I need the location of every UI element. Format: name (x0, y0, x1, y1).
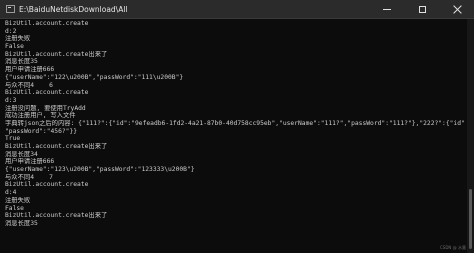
window-title: E:\BaiduNetdiskDownload\All (19, 4, 128, 14)
terminal-window: E:\BaiduNetdiskDownload\All BizUtil.acco… (0, 0, 474, 253)
console-line: {"userName":"122\u200B","passWord":"111\… (5, 73, 184, 81)
console-line: 注册失败 (5, 196, 31, 204)
console-line: d:4 (5, 189, 17, 197)
console-output[interactable]: BizUtil.account.create d:2 注册失败 False Bi… (0, 19, 466, 253)
maximize-icon (418, 5, 426, 13)
minimize-button[interactable] (370, 0, 404, 18)
close-button[interactable] (440, 0, 474, 18)
console-line: BizUtil.account.create出来了 (5, 50, 108, 58)
console-line: d:3 (5, 96, 17, 104)
console-line: "passWord":"456?"}} (5, 127, 78, 135)
close-icon (453, 5, 462, 14)
console-line: BizUtil.account.create (5, 181, 89, 189)
watermark: CSDN @ 水墨 (440, 245, 466, 250)
console-line: BizUtil.account.create (5, 20, 89, 27)
scrollbar-thumb[interactable] (469, 189, 472, 249)
console-line: d:2 (5, 27, 17, 35)
console-line: 消息长度34 (5, 150, 38, 158)
console-line: 消息长度35 (5, 58, 38, 66)
console-line: 字典转json之后的内容: {"111?":{"id":"9efeadb6-1f… (5, 119, 466, 127)
console-line: 与众不同4 7 (5, 173, 53, 181)
console-line: 注册失败 (5, 35, 31, 43)
minimize-icon (383, 8, 391, 10)
console-line: 用户申请注册666 (5, 66, 55, 74)
console-app-icon (6, 5, 15, 13)
vertical-scrollbar[interactable] (467, 19, 474, 253)
console-line: 与众不同4 6 (5, 81, 53, 89)
console-line: {"userName":"123\u200B","passWord":"1233… (5, 166, 195, 174)
console-line: 用户申请注册666 (5, 158, 55, 166)
console-line: 注册没问题, 要使用TryAdd (5, 104, 86, 112)
console-line: BizUtil.account.create出来了 (5, 143, 108, 150)
console-line: False (5, 204, 24, 212)
title-bar[interactable]: E:\BaiduNetdiskDownload\All (0, 0, 474, 19)
console-line: False (5, 43, 24, 51)
console-line: 消息长度35 (5, 219, 38, 227)
console-line: 成功注册用户, 写入文件 (5, 112, 76, 120)
maximize-button[interactable] (405, 0, 439, 18)
console-line: BizUtil.account.create出来了 (5, 212, 108, 220)
console-line: True (5, 135, 21, 143)
console-line: BizUtil.account.create (5, 89, 89, 97)
